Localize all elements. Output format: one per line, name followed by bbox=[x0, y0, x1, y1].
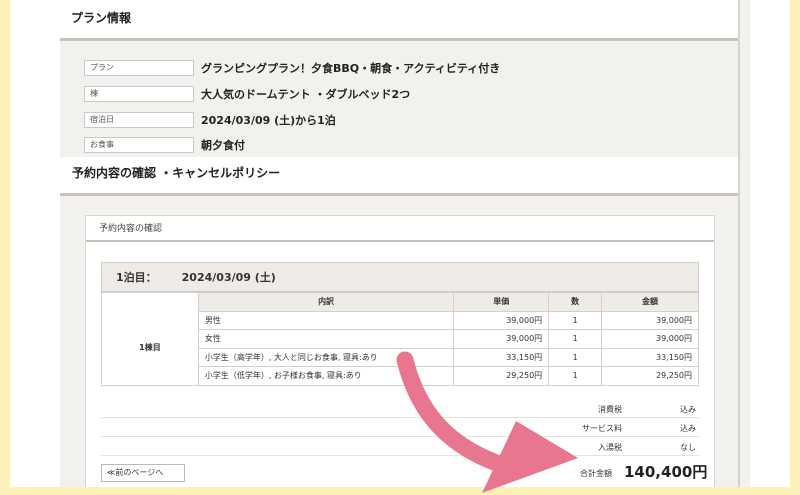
room-label: 1棟目 bbox=[101, 311, 199, 386]
row-item: 男性 bbox=[197, 310, 455, 330]
confirmation-title: 予約内容の確認 ・キャンセルポリシー bbox=[72, 166, 281, 180]
info-value: 2024/03/09 (土)から1泊 bbox=[201, 114, 336, 127]
info-label: プラン bbox=[84, 60, 194, 76]
page: プラン情報 プラン グランピングプラン！夕食BBQ・朝食・アクティビティ付き 棟… bbox=[10, 0, 790, 487]
row-qty: 1 bbox=[548, 347, 603, 367]
table-header-row: 内訳 単価 数 金額 bbox=[101, 292, 699, 312]
info-label: 宿泊日 bbox=[84, 112, 194, 128]
price-table: 内訳 単価 数 金額 1棟目 男性 39,000円 1 39,000円 女性 3… bbox=[101, 292, 699, 386]
tax-value: なし bbox=[680, 443, 696, 452]
tax-row-bath: 入湯税 なし bbox=[101, 437, 699, 456]
info-row-plan: プラン グランピングプラン！夕食BBQ・朝食・アクティビティ付き bbox=[84, 60, 500, 76]
row-qty: 1 bbox=[548, 329, 603, 349]
section-divider bbox=[60, 38, 738, 41]
col-header-amount: 金額 bbox=[601, 292, 699, 312]
section-divider bbox=[60, 193, 738, 196]
tax-row-service: サービス料 込み bbox=[101, 418, 699, 437]
row-amount: 29,250円 bbox=[601, 366, 699, 386]
row-unit: 39,000円 bbox=[453, 329, 550, 349]
row-amount: 33,150円 bbox=[601, 347, 699, 367]
col-header-unit: 単価 bbox=[453, 292, 550, 312]
row-qty: 1 bbox=[548, 366, 603, 386]
row-item: 女性 bbox=[197, 329, 455, 349]
info-label: お食事 bbox=[84, 137, 194, 153]
info-row-building: 棟 大人気のドームテント ・ダブルベッド2つ bbox=[84, 86, 410, 102]
row-qty: 1 bbox=[548, 310, 603, 330]
tax-label: 消費税 bbox=[598, 405, 622, 414]
row-unit: 29,250円 bbox=[453, 366, 550, 386]
info-value: 朝夕食付 bbox=[201, 139, 245, 152]
room-header-cell bbox=[101, 292, 199, 311]
tax-value: 込み bbox=[680, 424, 696, 433]
row-unit: 33,150円 bbox=[453, 347, 550, 367]
row-unit: 39,000円 bbox=[453, 310, 550, 330]
total-label: 合計金額 bbox=[580, 469, 612, 478]
column-edge bbox=[738, 0, 740, 487]
night-header: 1泊目： 2024/03/09 (土) bbox=[101, 262, 699, 292]
night-date: 2024/03/09 (土) bbox=[181, 271, 276, 284]
row-amount: 39,000円 bbox=[601, 310, 699, 330]
tax-label: サービス料 bbox=[582, 424, 622, 433]
reservation-card: 予約内容の確認 1泊目： 2024/03/09 (土) 内訳 単価 数 金額 1… bbox=[85, 215, 715, 487]
plan-info-title: プラン情報 bbox=[71, 11, 132, 25]
tax-row-consumption: 消費税 込み bbox=[101, 399, 699, 418]
total-amount: 140,400円 bbox=[624, 463, 708, 481]
night-label: 1泊目： bbox=[116, 271, 157, 284]
previous-page-button[interactable]: ≪前のページへ bbox=[101, 464, 185, 482]
row-item: 小学生（低学年）, お子様お食事, 寝具:あり bbox=[197, 366, 455, 386]
info-row-stay-date: 宿泊日 2024/03/09 (土)から1泊 bbox=[84, 112, 336, 128]
info-value: グランピングプラン！夕食BBQ・朝食・アクティビティ付き bbox=[201, 62, 501, 75]
tax-label: 入湯税 bbox=[598, 443, 622, 452]
plan-info-header bbox=[60, 0, 738, 38]
card-title: 予約内容の確認 bbox=[86, 216, 714, 242]
col-header-item: 内訳 bbox=[197, 292, 455, 312]
table-row: 1棟目 男性 39,000円 1 39,000円 bbox=[101, 310, 699, 386]
info-value: 大人気のドームテント ・ダブルベッド2つ bbox=[201, 88, 411, 101]
row-amount: 39,000円 bbox=[601, 329, 699, 349]
col-header-qty: 数 bbox=[548, 292, 603, 312]
info-row-meal: お食事 朝夕食付 bbox=[84, 137, 245, 153]
row-item: 小学生（高学年）, 大人と同じお食事, 寝具:あり bbox=[197, 347, 455, 367]
tax-value: 込み bbox=[680, 405, 696, 414]
info-label: 棟 bbox=[84, 86, 194, 102]
